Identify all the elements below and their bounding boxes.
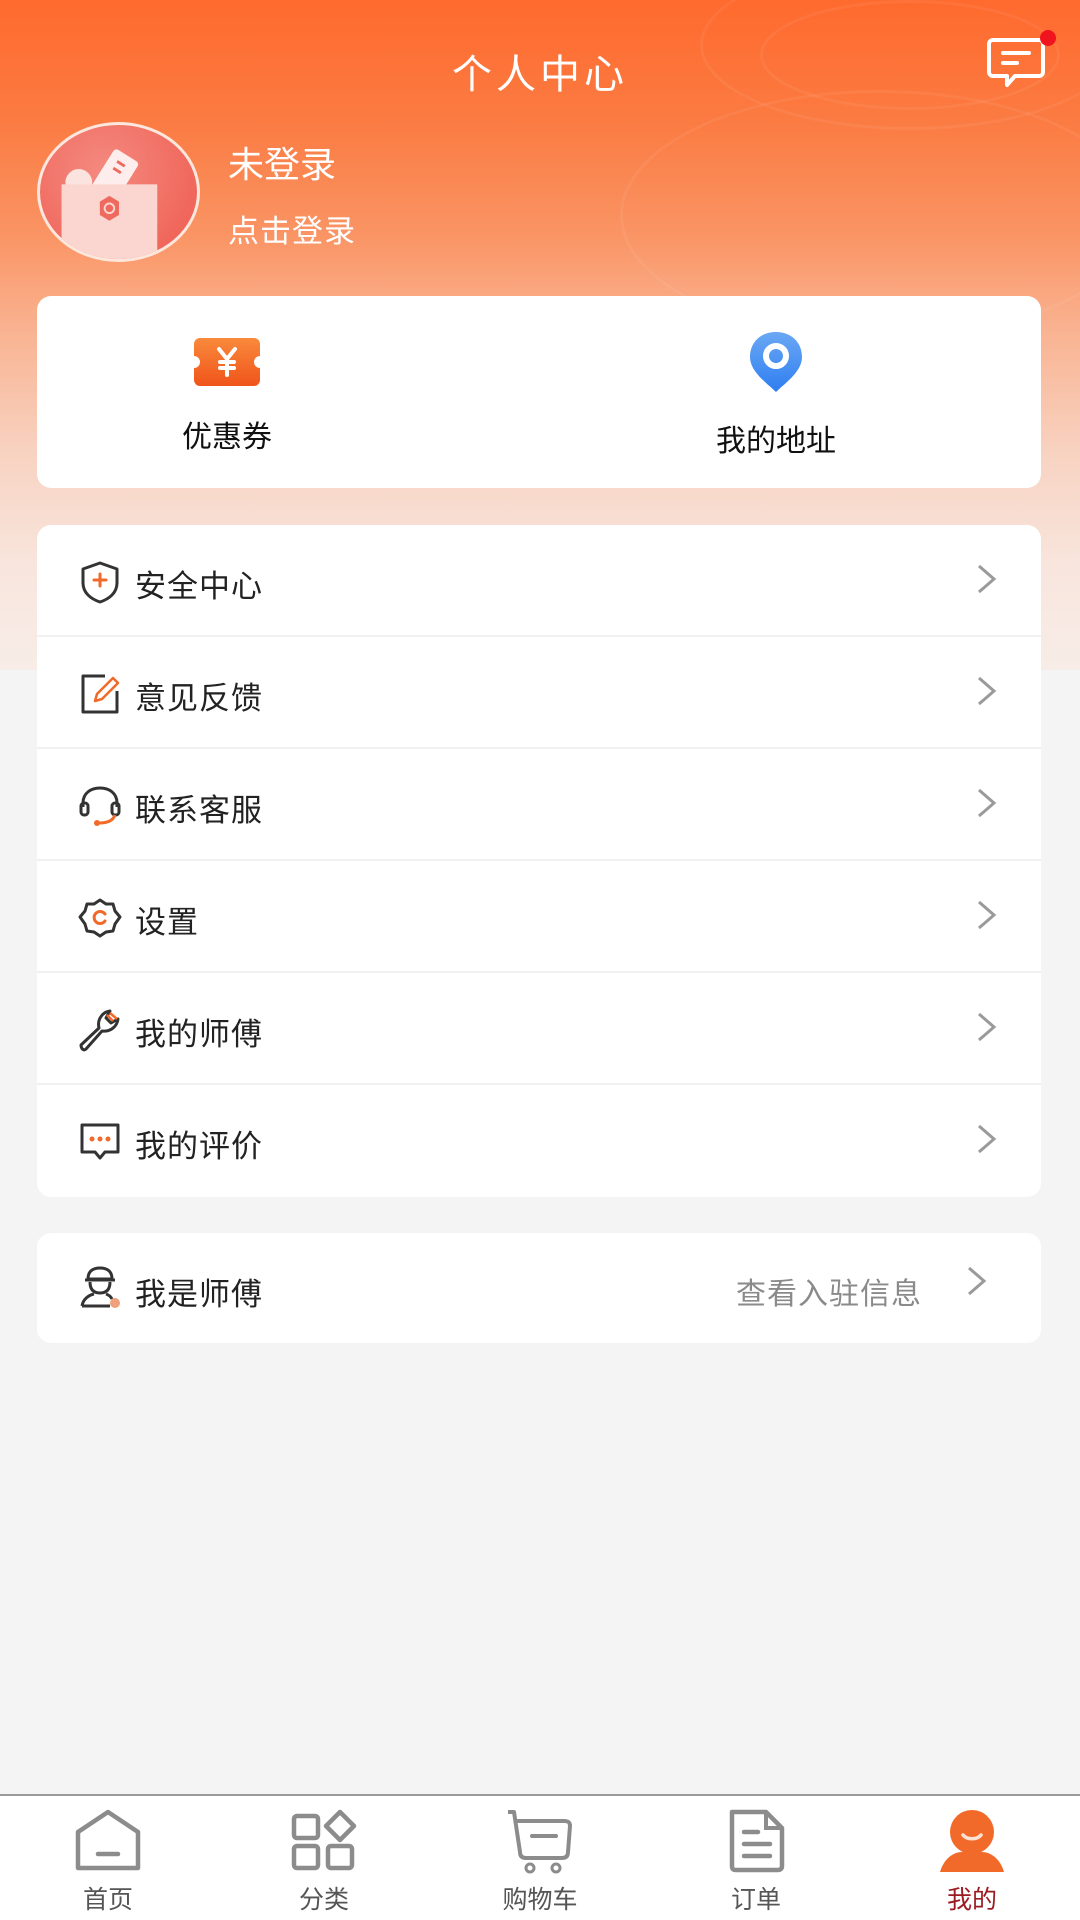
tab-label: 订单 [730,1885,781,1914]
coupon-icon [194,338,260,386]
menu-item-settings[interactable]: 设置 [37,861,1041,973]
menu-item-security[interactable]: 安全中心 [37,525,1041,637]
tab-label: 首页 [82,1885,133,1914]
chevron-right-icon [978,676,997,706]
avatar[interactable] [37,122,200,262]
menu-item-label: 我的师傅 [135,1017,263,1053]
menu-list: 安全中心 意见反馈 联系客服 设置 我的师傅 我的评价 [37,525,1041,1197]
master-label: 我是师傅 [135,1277,263,1313]
address-button[interactable]: 我的地址 [691,330,861,460]
profile-icon [940,1810,1004,1872]
chevron-right-icon [978,564,997,594]
address-label: 我的地址 [716,424,836,459]
menu-item-label: 意见反馈 [135,681,263,717]
menu-item-my-reviews[interactable]: 我的评价 [37,1085,1041,1197]
worker-icon [80,1266,120,1308]
wrench-icon [79,1009,120,1052]
message-button[interactable] [985,36,1047,90]
home-icon [75,1809,141,1871]
chevron-right-icon [978,1012,997,1042]
menu-item-label: 安全中心 [135,569,263,605]
message-icon [987,38,1045,87]
bottom-tab-bar: 首页 分类 购物车 订单 我的 [0,1794,1080,1920]
toolbox-avatar-icon [61,149,158,259]
tab-profile[interactable]: 我的 [864,1796,1080,1920]
tab-orders[interactable]: 订单 [648,1796,864,1920]
login-link[interactable]: 点击登录 [228,206,356,251]
location-pin-icon [750,332,802,392]
tab-label: 分类 [298,1885,349,1914]
menu-item-customer-service[interactable]: 联系客服 [37,749,1041,861]
coupon-label: 优惠券 [182,420,272,455]
view-settlement-info-link[interactable]: 查看入驻信息 [736,1269,922,1313]
shield-icon [81,561,119,604]
comment-icon [80,1123,120,1160]
unread-badge [1040,30,1056,46]
tab-home[interactable]: 首页 [0,1796,216,1920]
tab-cart[interactable]: 购物车 [432,1796,648,1920]
chevron-right-icon [978,1124,997,1154]
page-title: 个人中心 [452,52,628,98]
tab-category[interactable]: 分类 [216,1796,432,1920]
tab-label: 购物车 [502,1885,578,1914]
edit-icon [81,674,120,714]
chevron-right-icon [978,788,997,818]
menu-item-label: 我的评价 [135,1129,263,1165]
chevron-right-icon [968,1266,987,1296]
tab-label: 我的 [946,1885,997,1914]
gear-icon [78,898,122,938]
category-icon [291,1809,357,1871]
headset-icon [79,786,121,826]
coupon-button[interactable]: 优惠券 [167,334,287,456]
quick-actions-card: 优惠券 我的地址 [37,296,1041,488]
user-name: 未登录 [228,145,337,186]
menu-item-label: 设置 [135,905,199,941]
master-entry[interactable]: 我是师傅 查看入驻信息 [37,1233,1041,1343]
cart-icon [508,1810,572,1874]
menu-item-feedback[interactable]: 意见反馈 [37,637,1041,749]
order-icon [729,1809,785,1873]
chevron-right-icon [978,900,997,930]
master-row[interactable]: 我是师傅 查看入驻信息 [37,1233,1041,1343]
menu-item-my-masters[interactable]: 我的师傅 [37,973,1041,1085]
menu-item-label: 联系客服 [135,793,263,829]
